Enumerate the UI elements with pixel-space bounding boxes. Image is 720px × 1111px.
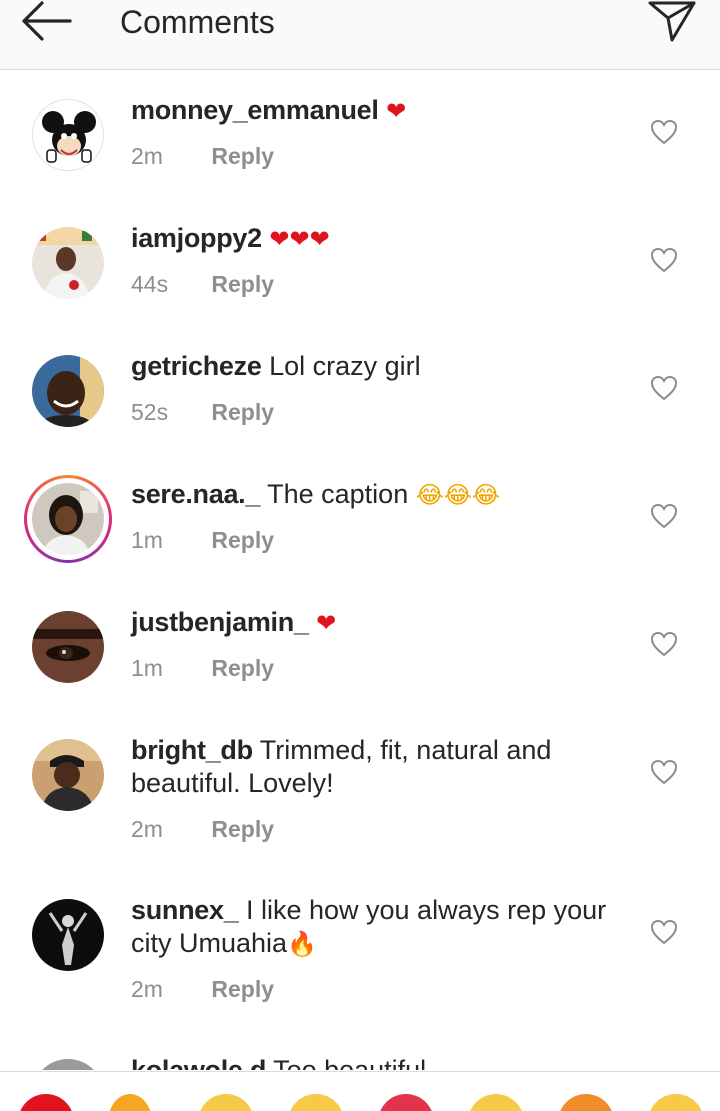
comment-username[interactable]: monney_emmanuel — [131, 95, 379, 125]
back-button[interactable] — [18, 0, 78, 44]
silhouette-dark-avatar — [32, 899, 104, 971]
heart-emoji-button[interactable] — [18, 1094, 74, 1111]
smiling-man-avatar — [32, 355, 104, 427]
avatar[interactable] — [32, 355, 104, 427]
crying-emoji-button[interactable] — [288, 1094, 344, 1111]
comment-text: bright_db Trimmed, fit, natural and beau… — [131, 734, 621, 801]
reply-button[interactable]: Reply — [211, 655, 274, 681]
like-heart-icon[interactable] — [650, 631, 678, 657]
page-title: Comments — [120, 4, 275, 40]
like-heart-icon[interactable] — [650, 119, 678, 145]
like-heart-icon[interactable] — [650, 375, 678, 401]
comment-text: justbenjamin_ ❤ — [131, 606, 621, 640]
laughing-emoji: 😂😂😂 — [415, 481, 500, 509]
comment-text: getricheze Lol crazy girl — [131, 350, 621, 384]
reply-button[interactable]: Reply — [211, 527, 274, 553]
story-ring-avatar[interactable] — [24, 475, 112, 563]
comment-meta: 2m Reply — [131, 975, 274, 1003]
comment-body: Too beautiful — [273, 1055, 427, 1070]
direct-send-icon — [648, 1, 696, 42]
comment-list[interactable]: monney_emmanuel ❤ 2m Reply iamjoppy2 ❤❤❤… — [0, 70, 720, 1070]
comment-text: monney_emmanuel ❤ — [131, 94, 621, 128]
mickey-mouse-avatar — [33, 100, 103, 170]
reply-button[interactable]: Reply — [211, 271, 274, 297]
comment-text: kolawole.d Too beautiful — [131, 1054, 621, 1070]
comment-time: 2m — [131, 143, 163, 169]
comment-text: sunnex_ I like how you always rep your c… — [131, 894, 621, 961]
heart-emoji: ❤ — [386, 97, 407, 125]
comment-time: 1m — [131, 655, 163, 681]
clap-emoji-button[interactable] — [198, 1094, 254, 1111]
woman-avatar-story — [32, 483, 104, 555]
comment-username[interactable]: justbenjamin_ — [131, 607, 309, 637]
comment-time: 52s — [131, 399, 169, 425]
reply-button[interactable]: Reply — [211, 143, 274, 169]
comment-username[interactable]: kolawole.d — [131, 1055, 266, 1070]
fire-emoji-button[interactable] — [108, 1094, 152, 1111]
like-heart-icon[interactable] — [650, 503, 678, 529]
comment-meta: 1m Reply — [131, 526, 274, 554]
avatar[interactable] — [32, 227, 104, 299]
arrow-left-icon — [22, 1, 72, 41]
comment-time: 1m — [131, 527, 163, 553]
eye-closeup-avatar — [32, 611, 104, 683]
surprised-emoji-button[interactable] — [468, 1094, 524, 1111]
comment-time: 2m — [131, 816, 163, 842]
reply-button[interactable]: Reply — [211, 399, 274, 425]
comment-username[interactable]: getricheze — [131, 351, 262, 381]
man-red-shirt-avatar — [32, 227, 104, 299]
avatar[interactable] — [32, 1059, 104, 1070]
comment-meta: 52s Reply — [131, 398, 274, 426]
comments-header: Comments — [0, 0, 720, 70]
comment-username[interactable]: sunnex_ — [131, 895, 239, 925]
reply-button[interactable]: Reply — [211, 976, 274, 1002]
like-heart-icon[interactable] — [650, 759, 678, 785]
comment-time: 44s — [131, 271, 169, 297]
smiling-emoji-button[interactable] — [648, 1094, 704, 1111]
avatar[interactable] — [32, 611, 104, 683]
comment-username[interactable]: sere.naa._ — [131, 479, 260, 509]
comment-username[interactable]: iamjoppy2 — [131, 223, 262, 253]
comment-text: iamjoppy2 ❤❤❤ — [131, 222, 621, 256]
avatar[interactable] — [32, 899, 104, 971]
comment-meta: 2m Reply — [131, 815, 274, 843]
story-ring-inner — [27, 478, 109, 560]
reply-button[interactable]: Reply — [211, 816, 274, 842]
avatar — [32, 483, 104, 555]
comment-time: 2m — [131, 976, 163, 1002]
comment-meta: 2m Reply — [131, 142, 274, 170]
comment-meta: 44s Reply — [131, 270, 274, 298]
heart-emoji: ❤❤❤ — [269, 225, 330, 253]
emoji-quick-bar — [0, 1071, 720, 1111]
direct-share-button[interactable] — [644, 0, 698, 44]
avatar[interactable] — [32, 739, 104, 811]
like-heart-icon[interactable] — [650, 919, 678, 945]
comment-meta: 1m Reply — [131, 654, 274, 682]
comment-body: Lol crazy girl — [269, 351, 421, 381]
man-cap-avatar — [32, 739, 104, 811]
fire-emoji: 🔥 — [287, 930, 317, 958]
comment-username[interactable]: bright_db — [131, 735, 253, 765]
like-heart-icon[interactable] — [650, 247, 678, 273]
comment-text: sere.naa._ The caption 😂😂😂 — [131, 478, 621, 512]
laughing-emoji-button[interactable] — [558, 1094, 614, 1111]
heart-eyes-emoji-button[interactable] — [378, 1094, 434, 1111]
comment-body: The caption — [267, 479, 409, 509]
gray-avatar — [32, 1059, 104, 1070]
avatar[interactable] — [32, 99, 104, 171]
heart-emoji: ❤ — [316, 609, 337, 637]
